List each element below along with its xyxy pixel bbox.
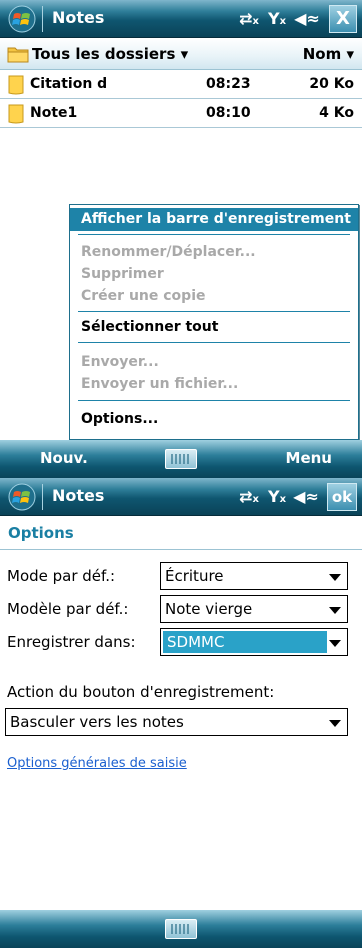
windows-flag-icon[interactable] bbox=[7, 5, 37, 33]
menu-item-show-recording-bar[interactable]: Afficher la barre d'enregistrement bbox=[70, 208, 358, 231]
file-name: Note1 bbox=[30, 105, 78, 121]
default-template-select[interactable]: Note vierge bbox=[160, 595, 348, 623]
signal-icon[interactable]: Yx bbox=[264, 484, 290, 510]
title-bar: Notes ⇄x Yx ◀≈ X bbox=[0, 0, 362, 38]
file-row[interactable]: Note1 08:10 4 Ko bbox=[0, 100, 362, 128]
sort-dropdown[interactable]: Nom ▾ bbox=[303, 45, 354, 63]
record-button-action-select[interactable]: Basculer vers les notes bbox=[5, 708, 348, 736]
menu-separator bbox=[78, 400, 350, 401]
menu-item-options[interactable]: Options... bbox=[70, 408, 358, 431]
file-time: 08:10 bbox=[206, 105, 251, 121]
save-to-select[interactable]: SDMMC bbox=[160, 628, 348, 656]
title-separator bbox=[42, 6, 43, 32]
dropdown-arrow-icon bbox=[329, 640, 341, 647]
menu-separator bbox=[78, 342, 350, 343]
signal-icon[interactable]: Yx bbox=[264, 6, 290, 32]
new-softkey[interactable]: Nouv. bbox=[40, 449, 88, 467]
default-mode-select[interactable]: Écriture bbox=[160, 562, 348, 590]
menu-item-rename-move[interactable]: Renommer/Déplacer... bbox=[70, 241, 358, 264]
options-header: Options bbox=[0, 516, 362, 550]
file-time: 08:23 bbox=[206, 76, 251, 92]
default-template-label: Modèle par déf.: bbox=[7, 600, 129, 618]
softkey-bar bbox=[0, 910, 362, 948]
app-title: Notes bbox=[52, 8, 105, 27]
menu-item-send-file[interactable]: Envoyer un fichier... bbox=[70, 373, 358, 396]
close-button[interactable]: X bbox=[329, 5, 357, 33]
file-name: Citation d bbox=[30, 76, 108, 92]
note-file-icon bbox=[8, 75, 24, 95]
default-template-value: Note vierge bbox=[165, 600, 253, 618]
page-title: Options bbox=[8, 524, 74, 542]
volume-icon[interactable]: ◀≈ bbox=[293, 484, 319, 510]
note-file-icon bbox=[8, 104, 24, 124]
context-menu: Afficher la barre d'enregistrement Renom… bbox=[69, 204, 359, 440]
notes-options-screen: Notes ⇄x Yx ◀≈ ok Options Mode par déf.:… bbox=[0, 478, 362, 948]
ok-button[interactable]: ok bbox=[327, 483, 357, 511]
windows-flag-icon[interactable] bbox=[7, 483, 37, 511]
default-mode-label: Mode par déf.: bbox=[7, 567, 116, 585]
file-row[interactable]: Citation d 08:23 20 Ko bbox=[0, 71, 362, 99]
save-to-value: SDMMC bbox=[163, 631, 327, 653]
file-size: 20 Ko bbox=[309, 76, 354, 92]
folder-icon bbox=[7, 47, 29, 63]
softkey-bar: Nouv. Menu bbox=[0, 440, 362, 478]
dropdown-arrow-icon bbox=[329, 720, 341, 727]
dropdown-arrow-icon bbox=[329, 607, 341, 614]
record-button-action-value: Basculer vers les notes bbox=[10, 713, 184, 731]
menu-separator bbox=[78, 311, 350, 312]
title-separator bbox=[42, 484, 43, 510]
file-size: 4 Ko bbox=[319, 105, 354, 121]
dropdown-arrow-icon bbox=[329, 574, 341, 581]
general-input-options-link[interactable]: Options générales de saisie bbox=[7, 756, 187, 771]
volume-icon[interactable]: ◀≈ bbox=[294, 6, 320, 32]
connectivity-icon[interactable]: ⇄x bbox=[236, 484, 262, 510]
menu-item-create-copy[interactable]: Créer une copie bbox=[70, 285, 358, 308]
default-mode-value: Écriture bbox=[165, 567, 224, 585]
menu-item-delete[interactable]: Supprimer bbox=[70, 263, 358, 286]
save-to-label: Enregistrer dans: bbox=[7, 633, 136, 651]
connectivity-icon[interactable]: ⇄x bbox=[236, 6, 262, 32]
keyboard-icon[interactable] bbox=[165, 449, 197, 469]
keyboard-icon[interactable] bbox=[165, 919, 197, 939]
menu-softkey[interactable]: Menu bbox=[286, 449, 332, 467]
notes-list-screen: Notes ⇄x Yx ◀≈ X Tous les dossiers ▾ Nom… bbox=[0, 0, 362, 478]
folder-selector-bar: Tous les dossiers ▾ Nom ▾ bbox=[0, 38, 362, 70]
menu-item-select-all[interactable]: Sélectionner tout bbox=[70, 316, 358, 339]
folder-dropdown[interactable]: Tous les dossiers ▾ bbox=[32, 45, 188, 63]
record-button-action-label: Action du bouton d'enregistrement: bbox=[7, 683, 275, 701]
app-title: Notes bbox=[52, 486, 105, 505]
menu-item-send[interactable]: Envoyer... bbox=[70, 351, 358, 374]
title-bar: Notes ⇄x Yx ◀≈ ok bbox=[0, 478, 362, 516]
menu-separator bbox=[78, 234, 350, 235]
